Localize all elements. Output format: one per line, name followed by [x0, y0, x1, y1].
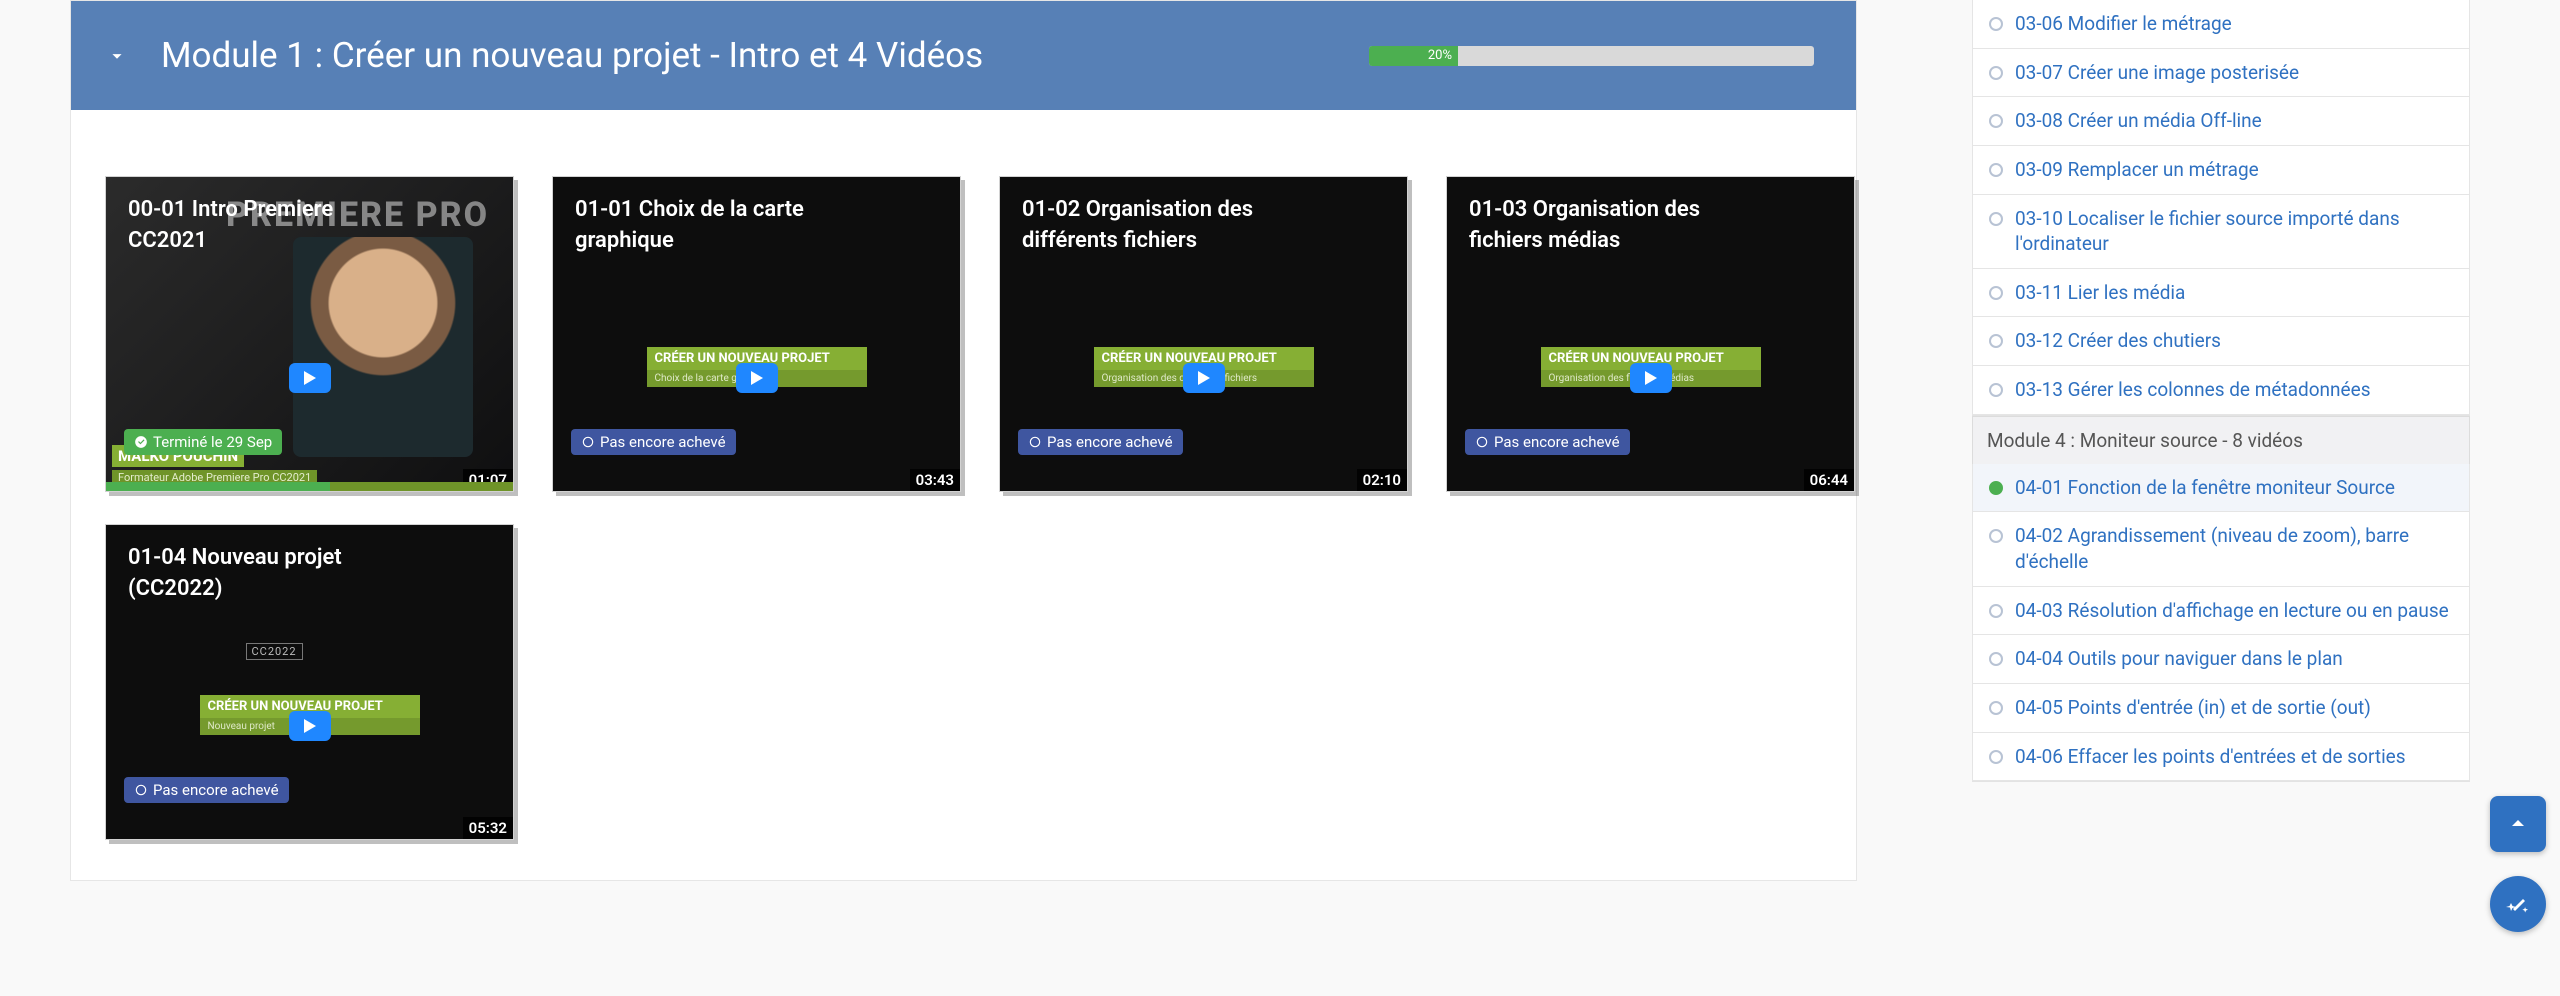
status-dot-empty-icon [1989, 114, 2003, 128]
video-duration: 02:10 [1357, 469, 1407, 491]
chevron-down-icon[interactable] [99, 45, 135, 67]
play-icon[interactable] [1630, 363, 1672, 393]
status-dot-empty-icon [1989, 750, 2003, 764]
sidebar-item[interactable]: 03-08 Créer un média Off-line [1972, 97, 2470, 146]
scroll-top-button[interactable] [2490, 796, 2546, 852]
status-text: Pas encore achevé [1494, 433, 1620, 451]
sidebar-item-label: 04-01 Fonction de la fenêtre moniteur So… [2015, 475, 2395, 501]
main-panel: Module 1 : Créer un nouveau projet - Int… [70, 0, 1857, 881]
video-title: 01-02 Organisation des différents fichie… [1022, 195, 1287, 257]
circle-icon [134, 783, 148, 797]
circle-icon [1475, 435, 1489, 449]
video-card[interactable]: CRÉER UN NOUVEAU PROJETChoix de la carte… [552, 176, 961, 492]
status-dot-empty-icon [1989, 383, 2003, 397]
module-4-list: 04-01 Fonction de la fenêtre moniteur So… [1972, 464, 2470, 781]
sidebar-item-label: 03-07 Créer une image posterisée [2015, 60, 2299, 86]
sidebar-item[interactable]: 04-05 Points d'entrée (in) et de sortie … [1972, 684, 2470, 733]
video-duration: 06:44 [1804, 469, 1854, 491]
status-dot-empty-icon [1989, 17, 2003, 31]
play-icon[interactable] [1183, 363, 1225, 393]
sidebar: 03-06 Modifier le métrage 03-07 Créer une… [1972, 0, 2470, 782]
sidebar-item[interactable]: 04-01 Fonction de la fenêtre moniteur So… [1972, 464, 2470, 513]
sidebar-item-label: 03-09 Remplacer un métrage [2015, 157, 2259, 183]
video-card[interactable]: PREMIERE PROMALKO POUCHINFormateur Adobe… [105, 176, 514, 492]
circle-icon [581, 435, 595, 449]
sidebar-item[interactable]: 04-02 Agrandissement (niveau de zoom), b… [1972, 512, 2470, 586]
sidebar-item[interactable]: 03-09 Remplacer un métrage [1972, 146, 2470, 195]
status-text: Terminé le 29 Sep [153, 433, 272, 451]
sidebar-item[interactable]: 03-10 Localiser le fichier source import… [1972, 195, 2470, 269]
sidebar-item-label: 03-08 Créer un média Off-line [2015, 108, 2262, 134]
sidebar-item-label: 03-06 Modifier le métrage [2015, 11, 2232, 37]
sidebar-item[interactable]: 03-11 Lier les média [1972, 269, 2470, 318]
sidebar-item-label: 03-10 Localiser le fichier source import… [2015, 206, 2455, 257]
status-dot-empty-icon [1989, 529, 2003, 543]
check-circle-icon [134, 435, 148, 449]
video-card[interactable]: CRÉER UN NOUVEAU PROJETOrganisation des … [999, 176, 1408, 492]
sidebar-item[interactable]: 04-06 Effacer les points d'entrées et de… [1972, 733, 2470, 782]
status-badge: Terminé le 29 Sep [124, 429, 282, 455]
status-dot-empty-icon [1989, 701, 2003, 715]
sidebar-item-label: 04-03 Résolution d'affichage en lecture … [2015, 598, 2449, 624]
sidebar-item-label: 03-11 Lier les média [2015, 280, 2185, 306]
status-dot-empty-icon [1989, 163, 2003, 177]
video-title: 01-04 Nouveau projet (CC2022) [128, 543, 393, 605]
video-title: 01-01 Choix de la carte graphique [575, 195, 840, 257]
cc2022-badge: CC2022 [246, 643, 303, 660]
module-4-section: Module 4 : Moniteur source - 8 vidéos 04… [1972, 416, 2470, 782]
sidebar-item[interactable]: 03-06 Modifier le métrage [1972, 0, 2470, 49]
sidebar-item[interactable]: 03-13 Gérer les colonnes de métadonnées [1972, 366, 2470, 415]
video-title: 00-01 Intro Premiere CC2021 [128, 195, 393, 257]
status-badge: Pas encore achevé [124, 777, 289, 803]
module-header[interactable]: Module 1 : Créer un nouveau projet - Int… [71, 1, 1856, 110]
status-badge: Pas encore achevé [571, 429, 736, 455]
status-dot-empty-icon [1989, 604, 2003, 618]
video-card[interactable]: CC2022CRÉER UN NOUVEAU PROJETNouveau pro… [105, 524, 514, 840]
progress-fill: 20% [1369, 46, 1458, 66]
module-3-section: 03-06 Modifier le métrage 03-07 Créer une… [1972, 0, 2470, 416]
sidebar-item-label: 03-13 Gérer les colonnes de métadonnées [2015, 377, 2371, 403]
sidebar-item-label: 03-12 Créer des chutiers [2015, 328, 2221, 354]
magic-wand-button[interactable] [2490, 876, 2546, 932]
sidebar-item-label: 04-04 Outils pour naviguer dans le plan [2015, 646, 2343, 672]
play-icon[interactable] [736, 363, 778, 393]
status-dot-empty-icon [1989, 652, 2003, 666]
video-progress [106, 482, 513, 491]
presenter-image [293, 237, 473, 457]
video-card[interactable]: CRÉER UN NOUVEAU PROJETOrganisation des … [1446, 176, 1855, 492]
status-text: Pas encore achevé [600, 433, 726, 451]
module-3-list: 03-06 Modifier le métrage 03-07 Créer une… [1972, 0, 2470, 415]
sidebar-item[interactable]: 04-04 Outils pour naviguer dans le plan [1972, 635, 2470, 684]
video-duration: 05:32 [463, 817, 513, 839]
status-text: Pas encore achevé [153, 781, 279, 799]
module-progress: 20% [1369, 46, 1814, 66]
status-text: Pas encore achevé [1047, 433, 1173, 451]
play-icon[interactable] [289, 711, 331, 741]
sidebar-item-label: 04-06 Effacer les points d'entrées et de… [2015, 744, 2406, 770]
status-dot-empty-icon [1989, 66, 2003, 80]
status-dot-empty-icon [1989, 212, 2003, 226]
play-icon[interactable] [289, 363, 331, 393]
sidebar-item-label: 04-02 Agrandissement (niveau de zoom), b… [2015, 523, 2455, 574]
sidebar-item-label: 04-05 Points d'entrée (in) et de sortie … [2015, 695, 2371, 721]
video-title: 01-03 Organisation des fichiers médias [1469, 195, 1734, 257]
video-duration: 03:43 [910, 469, 960, 491]
module-4-title[interactable]: Module 4 : Moniteur source - 8 vidéos [1972, 416, 2470, 464]
module-title: Module 1 : Créer un nouveau projet - Int… [161, 35, 1369, 76]
sidebar-item[interactable]: 03-12 Créer des chutiers [1972, 317, 2470, 366]
video-grid: PREMIERE PROMALKO POUCHINFormateur Adobe… [71, 110, 1856, 880]
status-dot-empty-icon [1989, 334, 2003, 348]
status-badge: Pas encore achevé [1018, 429, 1183, 455]
progress-bar: 20% [1369, 46, 1814, 66]
status-dot-filled-icon [1989, 481, 2003, 495]
circle-icon [1028, 435, 1042, 449]
sidebar-item[interactable]: 04-03 Résolution d'affichage en lecture … [1972, 587, 2470, 636]
status-dot-empty-icon [1989, 286, 2003, 300]
status-badge: Pas encore achevé [1465, 429, 1630, 455]
sidebar-item[interactable]: 03-07 Créer une image posterisée [1972, 49, 2470, 98]
